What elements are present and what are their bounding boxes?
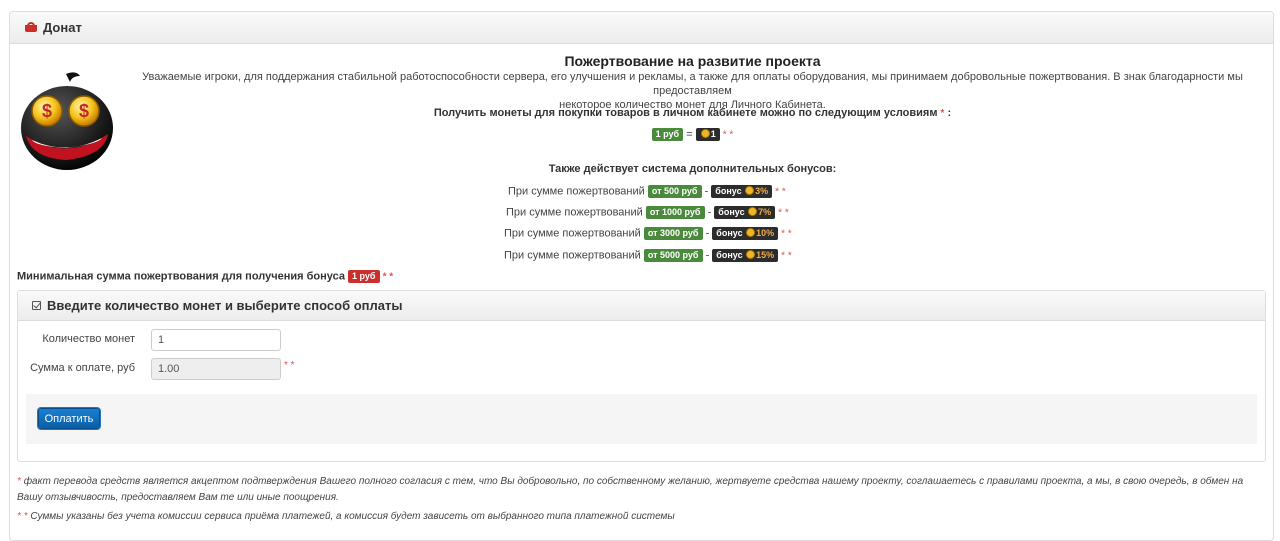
bonus-percent: 15%	[756, 250, 775, 260]
bonus-badge: бонус 10%	[712, 227, 779, 240]
bonus-word: бонус	[716, 228, 743, 238]
bonus-threshold-badge: от 1000 руб	[645, 206, 705, 219]
bonus-word: бонус	[718, 207, 745, 217]
coin-icon	[700, 129, 710, 138]
bonus-percent: 3%	[755, 186, 769, 196]
bonus-dash: -	[704, 185, 709, 198]
donation-intro: Уважаемые игроки, для поддержания стабил…	[120, 70, 1265, 112]
bonus-percent: 7%	[758, 207, 772, 217]
coins-label: Количество монет	[42, 333, 135, 345]
conditions-text: Получить монеты для покупки товаров в ли…	[433, 107, 952, 119]
bonus-title: Также действует система дополнительных б…	[548, 163, 837, 175]
footnote-star-2: * *	[382, 271, 394, 283]
panel-title: Донат	[43, 20, 82, 35]
bonus-dash: -	[705, 227, 710, 240]
bonus-threshold-badge: от 3000 руб	[643, 227, 703, 240]
bonus-threshold-badge: от 5000 руб	[643, 249, 703, 262]
rate-coin-value: 1	[710, 129, 716, 139]
footnote-2: * * Суммы указаны без учета комиссии сер…	[17, 509, 675, 525]
bonus-row-text: При сумме пожертвований	[506, 206, 643, 219]
bonus-badge: бонус 7%	[714, 206, 776, 219]
bonus-row: При сумме пожертвований от 500 руб - бон…	[508, 185, 786, 198]
panel-header: Донат	[10, 12, 1273, 44]
rate-coin-badge: 1	[695, 128, 720, 141]
footnote-star-2: * *	[781, 228, 792, 240]
footnote-star-1: *	[940, 108, 945, 119]
min-sum-text: Минимальная сумма пожертвования для полу…	[17, 270, 393, 283]
coin-icon	[745, 186, 755, 195]
footnote-star-2: * *	[284, 360, 295, 371]
bonus-row: При сумме пожертвований от 1000 руб - бо…	[506, 206, 789, 219]
bonus-word: бонус	[715, 186, 742, 196]
payment-form-title: Введите количество монет и выберите спос…	[47, 298, 403, 313]
footnote-star-2: * *	[17, 511, 28, 522]
footnote-star-2: * *	[778, 207, 789, 219]
min-sum-label: Минимальная сумма пожертвования для полу…	[17, 270, 345, 283]
donation-title: Пожертвование на развитие проекта	[564, 53, 821, 69]
bonus-row-text: При сумме пожертвований	[504, 249, 641, 262]
rate-rub-badge: 1 руб	[651, 128, 684, 141]
form-actions: Оплатить	[26, 394, 1257, 444]
exchange-rate: 1 руб = 1 * *	[120, 128, 1265, 141]
rate-equals: =	[686, 128, 693, 141]
bonus-badge: бонус 3%	[711, 185, 773, 198]
footnote-1-line-1: факт перевода средств является акцептом …	[23, 476, 1244, 487]
bonus-threshold-badge: от 500 руб	[647, 185, 702, 198]
bonus-word: бонус	[716, 250, 743, 260]
footnote-1: * факт перевода средств является акцепто…	[17, 474, 1243, 506]
conditions-label: Получить монеты для покупки товаров в ли…	[433, 107, 938, 119]
svg-text:$: $	[42, 101, 52, 121]
bonus-row: При сумме пожертвований от 5000 руб - бо…	[504, 249, 792, 262]
bonus-dash: -	[707, 206, 712, 219]
footnote-star-1: *	[17, 476, 21, 487]
footnote-2-text: Суммы указаны без учета комиссии сервиса…	[30, 511, 675, 522]
footnote-star-2: * *	[722, 129, 734, 141]
sum-label: Сумма к оплате, руб	[30, 362, 135, 374]
bonus-percent: 10%	[756, 228, 775, 238]
svg-text:$: $	[79, 101, 89, 121]
bonus-badge: бонус 15%	[712, 249, 779, 262]
min-sum-badge: 1 руб	[348, 270, 380, 283]
payment-form-header: Введите количество монет и выберите спос…	[18, 291, 1265, 321]
dollar-smiley-icon: $ $	[21, 72, 113, 170]
checkbox-edit-icon	[32, 301, 41, 310]
bonus-row-text: При сумме пожертвований	[504, 227, 641, 240]
coin-icon	[746, 250, 756, 259]
intro-line-1: Уважаемые игроки, для поддержания стабил…	[142, 71, 1243, 97]
coin-icon	[748, 207, 758, 216]
coins-input[interactable]	[151, 329, 281, 351]
footnote-star-2: * *	[775, 186, 786, 198]
footnote-star-2: * *	[781, 250, 792, 262]
coin-icon	[746, 228, 756, 237]
bonus-dash: -	[705, 249, 710, 262]
sum-field	[151, 358, 281, 380]
pay-button[interactable]: Оплатить	[38, 408, 100, 429]
bonus-row-text: При сумме пожертвований	[508, 185, 645, 198]
bonus-row: При сумме пожертвований от 3000 руб - бо…	[504, 227, 792, 240]
basket-icon	[24, 22, 38, 33]
footnote-1-line-2: Вашу отзывчивость, предоставляем Вам те …	[17, 492, 339, 503]
